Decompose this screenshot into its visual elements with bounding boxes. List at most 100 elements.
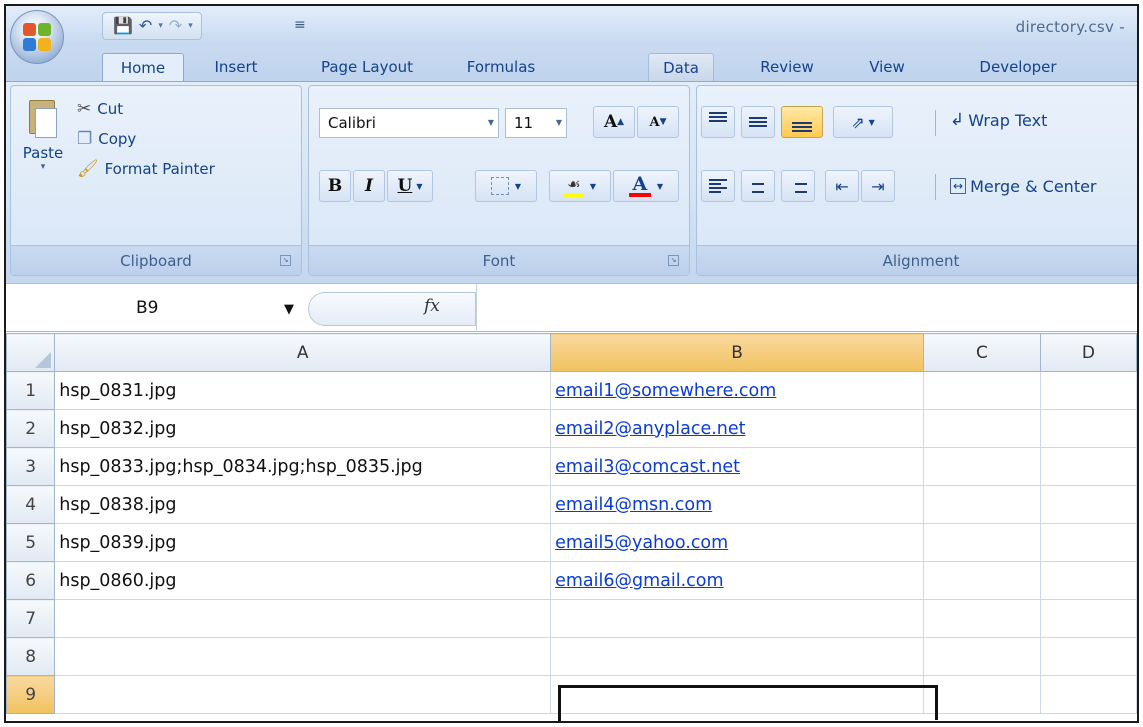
cell-d7[interactable] (1039, 599, 1137, 638)
font-size-combo[interactable]: 11 ▼ (505, 108, 567, 138)
top-align-button[interactable] (701, 106, 735, 138)
borders-button[interactable]: ▼ (475, 170, 537, 202)
cell-c6[interactable] (922, 561, 1041, 600)
tab-data[interactable]: Data (648, 53, 714, 82)
middle-align-button[interactable] (741, 106, 775, 138)
center-button[interactable] (741, 170, 775, 202)
underline-button[interactable]: U ▼ (387, 170, 433, 202)
cell-a9[interactable] (54, 675, 552, 714)
font-name-combo[interactable]: Calibri ▼ (319, 108, 499, 138)
insert-function-icon[interactable]: fx (424, 296, 440, 316)
font-size-dropdown-icon[interactable]: ▼ (556, 109, 562, 137)
tab-home[interactable]: Home (102, 53, 184, 82)
cell-d1[interactable] (1039, 371, 1137, 410)
undo-icon[interactable]: ↶ (139, 18, 152, 34)
wrap-text-button[interactable]: ↲ Wrap Text (943, 104, 1093, 136)
cell-a1[interactable]: hsp_0831.jpg (54, 371, 552, 410)
cell-b6[interactable]: email6@gmail.com (550, 561, 924, 600)
cell-c4[interactable] (922, 485, 1041, 524)
fill-color-button[interactable]: ☙ ▼ (549, 170, 611, 202)
bold-button[interactable]: B (319, 170, 351, 202)
font-name-dropdown-icon[interactable]: ▼ (488, 109, 494, 137)
cell-d5[interactable] (1039, 523, 1137, 562)
cell-c8[interactable] (922, 637, 1041, 676)
cell-b9-active[interactable] (550, 675, 924, 714)
decrease-indent-button[interactable]: ⇤ (825, 170, 859, 202)
font-color-dropdown-icon[interactable]: ▼ (657, 182, 663, 191)
customize-qat-icon[interactable]: ≡ (294, 17, 306, 33)
row-header[interactable]: 8 (6, 637, 56, 676)
column-header-b[interactable]: B (550, 333, 924, 372)
cell-c5[interactable] (922, 523, 1041, 562)
font-launcher-icon[interactable]: ↘ (668, 255, 679, 266)
save-icon[interactable]: 💾 (113, 18, 133, 34)
orientation-button[interactable]: ⇗ ▼ (833, 106, 893, 138)
column-header-a[interactable]: A (54, 333, 552, 372)
name-box-dropdown-icon[interactable]: ▼ (284, 302, 294, 317)
column-header-c[interactable]: C (922, 333, 1041, 372)
tab-review[interactable]: Review (748, 53, 826, 82)
cell-a4[interactable]: hsp_0838.jpg (54, 485, 552, 524)
cell-d9[interactable] (1039, 675, 1137, 714)
copy-button[interactable]: ❐ Copy (77, 126, 136, 152)
fill-color-dropdown-icon[interactable]: ▼ (590, 182, 596, 191)
redo-dropdown-icon[interactable]: ▾ (188, 21, 193, 31)
bottom-align-button[interactable] (781, 106, 823, 138)
cell-d6[interactable] (1039, 561, 1137, 600)
font-color-button[interactable]: A ▼ (613, 170, 679, 202)
orientation-dropdown-icon[interactable]: ▼ (869, 118, 875, 127)
cell-c9[interactable] (922, 675, 1041, 714)
cell-a7[interactable] (54, 599, 552, 638)
borders-dropdown-icon[interactable]: ▼ (515, 182, 521, 191)
cell-b2[interactable]: email2@anyplace.net (550, 409, 924, 448)
cell-d3[interactable] (1039, 447, 1137, 486)
row-header[interactable]: 2 (6, 409, 56, 448)
tab-insert[interactable]: Insert (196, 53, 276, 82)
cell-c1[interactable] (922, 371, 1041, 410)
tab-formulas[interactable]: Formulas (448, 53, 554, 82)
tab-developer[interactable]: Developer (958, 53, 1078, 82)
align-right-button[interactable] (781, 170, 815, 202)
cell-c2[interactable] (922, 409, 1041, 448)
italic-button[interactable]: I (353, 170, 385, 202)
shrink-font-button[interactable]: A ▼ (637, 106, 679, 138)
name-box[interactable]: B9 (6, 284, 306, 332)
select-all-corner[interactable] (6, 333, 56, 372)
cell-b5[interactable]: email5@yahoo.com (550, 523, 924, 562)
column-header-d[interactable]: D (1039, 333, 1137, 372)
cell-b3[interactable]: email3@comcast.net (550, 447, 924, 486)
cell-b1[interactable]: email1@somewhere.com (550, 371, 924, 410)
increase-indent-button[interactable]: ⇥ (861, 170, 895, 202)
row-header[interactable]: 7 (6, 599, 56, 638)
cell-d4[interactable] (1039, 485, 1137, 524)
row-header[interactable]: 6 (6, 561, 56, 600)
cell-b4[interactable]: email4@msn.com (550, 485, 924, 524)
tab-view[interactable]: View (856, 53, 918, 82)
row-header[interactable]: 4 (6, 485, 56, 524)
redo-icon[interactable]: ↷ (169, 18, 182, 34)
cell-c7[interactable] (922, 599, 1041, 638)
cut-button[interactable]: ✂ Cut (77, 96, 123, 122)
cell-a3[interactable]: hsp_0833.jpg;hsp_0834.jpg;hsp_0835.jpg (54, 447, 552, 486)
cell-d2[interactable] (1039, 409, 1137, 448)
align-left-button[interactable] (701, 170, 735, 202)
office-button[interactable] (10, 10, 64, 64)
cell-a5[interactable]: hsp_0839.jpg (54, 523, 552, 562)
cell-b8[interactable] (550, 637, 924, 676)
fill-handle[interactable] (933, 720, 940, 721)
cell-a6[interactable]: hsp_0860.jpg (54, 561, 552, 600)
paste-button[interactable]: Paste ▾ (17, 96, 69, 172)
clipboard-launcher-icon[interactable]: ↘ (280, 255, 291, 266)
row-header[interactable]: 3 (6, 447, 56, 486)
undo-dropdown-icon[interactable]: ▾ (158, 21, 163, 31)
row-header[interactable]: 1 (6, 371, 56, 410)
paste-dropdown-icon[interactable]: ▾ (17, 162, 69, 172)
cell-a8[interactable] (54, 637, 552, 676)
cell-c3[interactable] (922, 447, 1041, 486)
underline-dropdown-icon[interactable]: ▼ (416, 182, 422, 191)
tab-page-layout[interactable]: Page Layout (302, 53, 432, 82)
cell-b7[interactable] (550, 599, 924, 638)
row-header[interactable]: 5 (6, 523, 56, 562)
cell-d8[interactable] (1039, 637, 1137, 676)
cell-a2[interactable]: hsp_0832.jpg (54, 409, 552, 448)
